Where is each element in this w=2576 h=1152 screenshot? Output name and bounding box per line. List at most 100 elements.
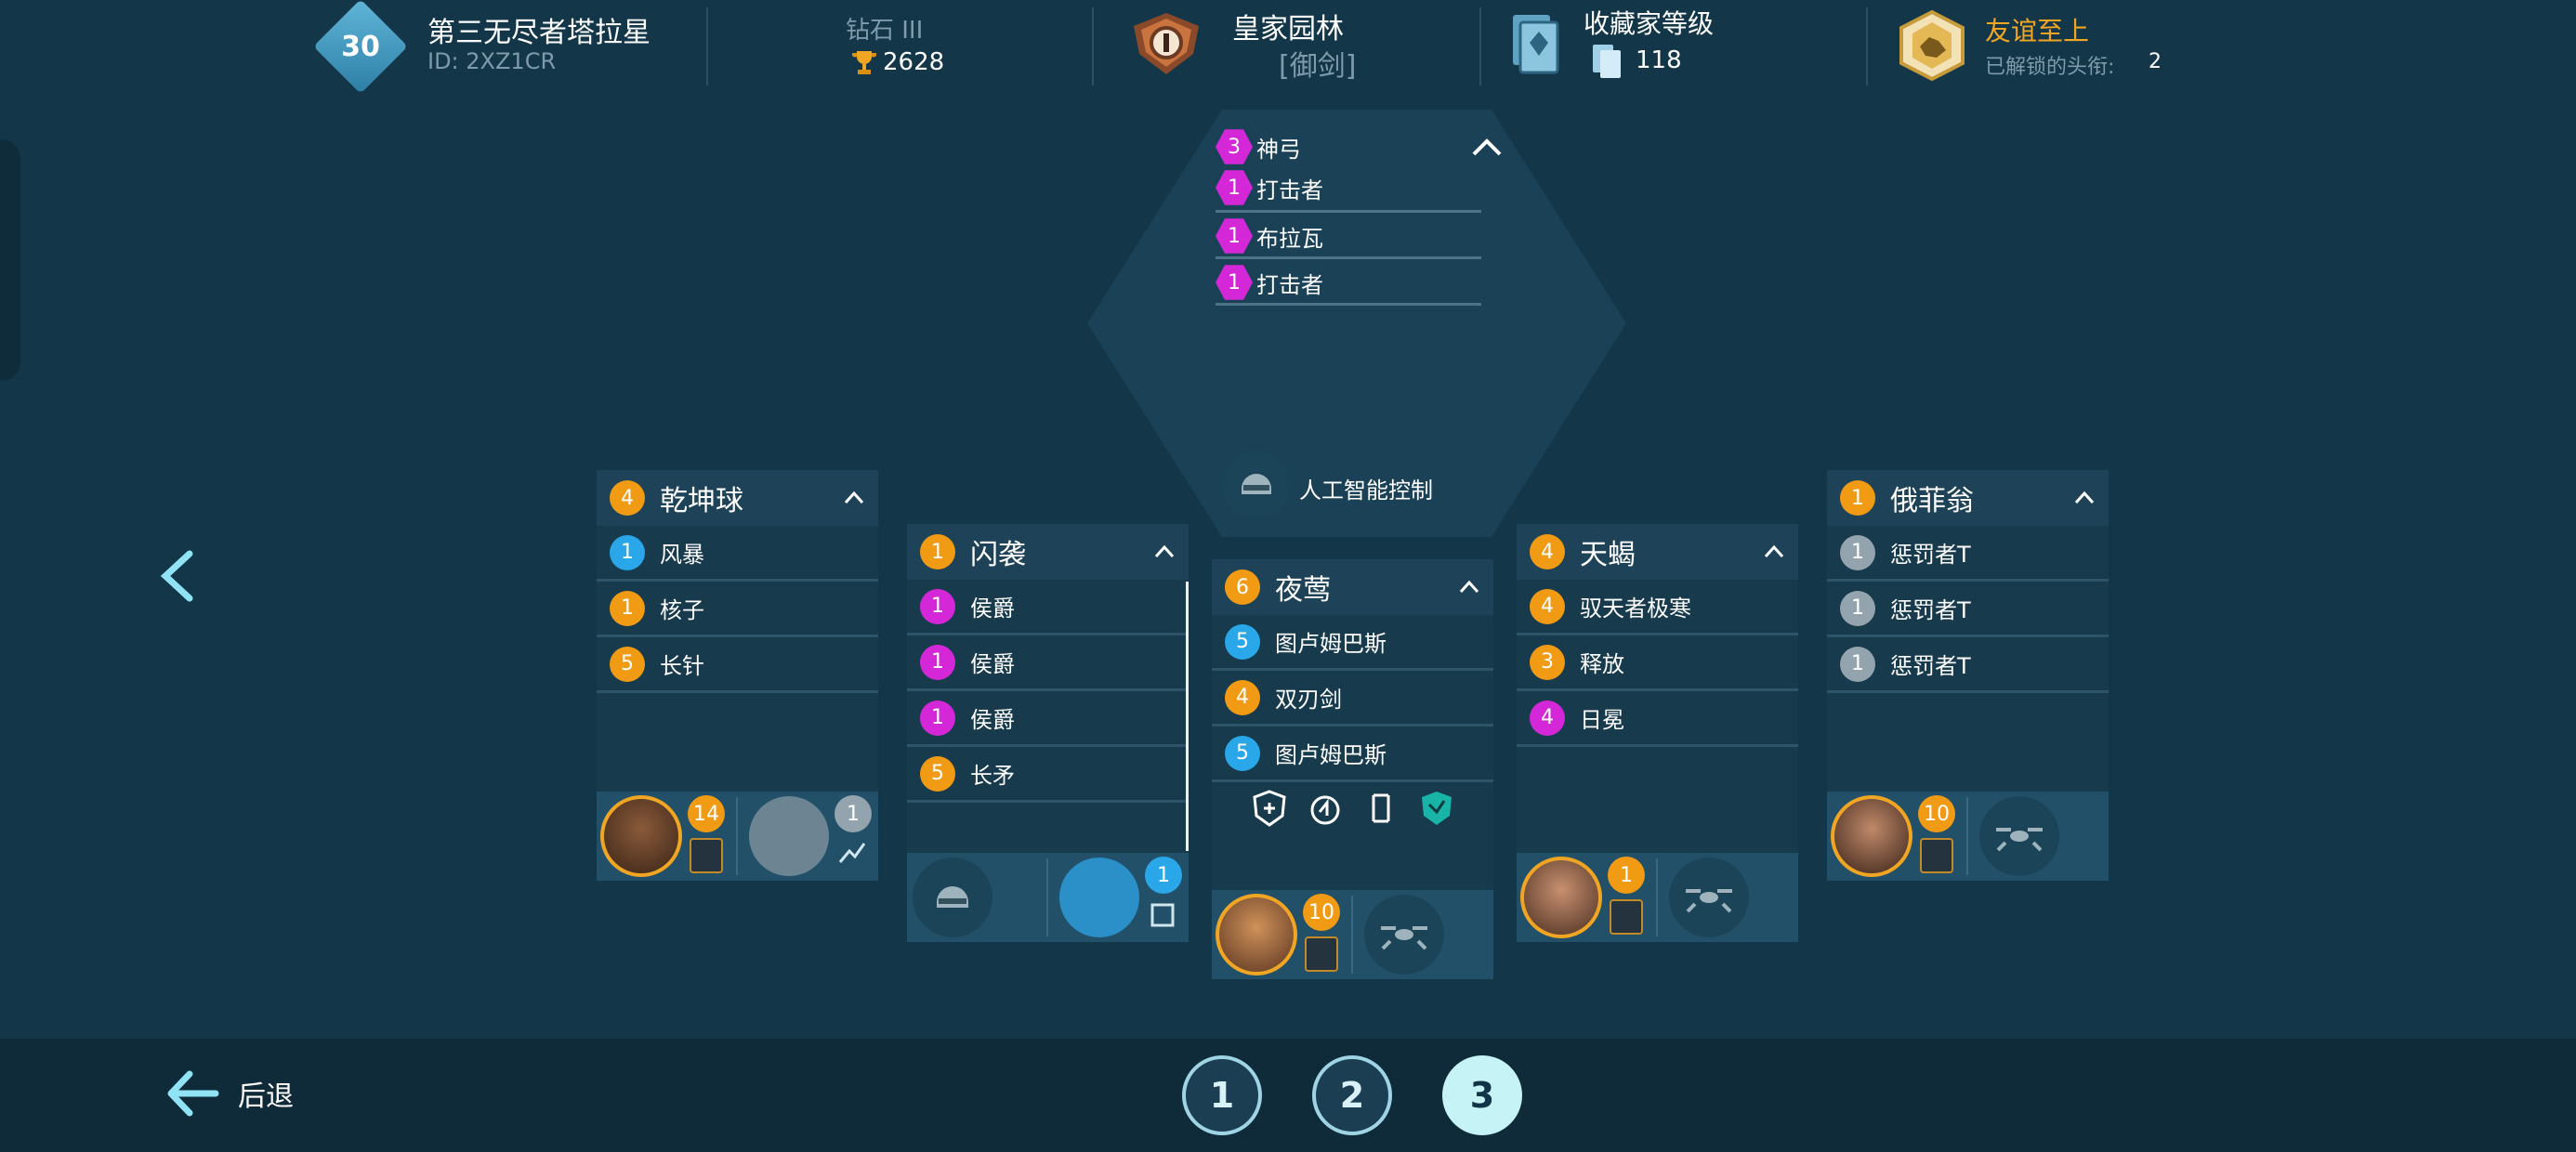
pilot-avatar[interactable] [600, 795, 682, 877]
footer-divider [1966, 797, 1968, 875]
ai-pilot-icon [1223, 452, 1290, 518]
page-2-button[interactable]: 2 [1312, 1055, 1392, 1135]
weapon-row: 1 侯爵 [907, 580, 1189, 635]
page-1-button[interactable]: 1 [1182, 1055, 1262, 1135]
card-footer: 10 [1827, 792, 2109, 881]
card-footer: 1 [1517, 853, 1798, 942]
weapon-row: 1 惩罚者T [1827, 582, 2109, 637]
weapon-name: 释放 [1580, 651, 1624, 677]
drone-level: 1 [1145, 857, 1182, 894]
card-header: 4 乾坤球 [597, 470, 878, 526]
footer-divider [1046, 858, 1048, 936]
hex-weapon-row: 1 打击者 [1216, 165, 1485, 210]
weapon-level: 5 [920, 755, 955, 792]
collapse-chevron-icon[interactable] [1458, 576, 1480, 598]
card-footer: 10 [1212, 890, 1493, 979]
drone-icon[interactable] [749, 796, 829, 876]
robot-level: 4 [610, 480, 645, 516]
robot-card[interactable]: 6 夜莺 5 图卢姆巴斯 4 双刃剑 5 图卢姆巴斯 10 [1212, 559, 1493, 979]
header-divider [1092, 7, 1094, 85]
hex-weapon-row: 3 神弓 [1216, 124, 1485, 169]
weapon-name: 核子 [660, 597, 704, 623]
player-level: 30 [341, 30, 380, 63]
level-badge: 1 [1216, 218, 1253, 254]
league-name: 钻石 III [846, 17, 924, 45]
ai-pilot-icon[interactable] [913, 857, 992, 937]
robot-level: 6 [1225, 569, 1260, 605]
empty-drone-slot-icon[interactable] [1979, 796, 2059, 876]
armor-module-icon[interactable] [1362, 788, 1400, 829]
weapon-row: 4 日冕 [1517, 691, 1798, 747]
card-header: 1 俄菲翁 [1827, 470, 2109, 526]
weapon-level: 1 [1840, 590, 1875, 626]
card-body [597, 693, 878, 792]
page-3-button[interactable]: 3 [1442, 1055, 1522, 1135]
back-button[interactable]: 后退 [164, 1065, 312, 1122]
rank-chevron-icon [1610, 899, 1643, 935]
weapon-name: 日冕 [1580, 707, 1624, 733]
back-label: 后退 [238, 1080, 294, 1113]
profile-header: 30 第三无尽者塔拉星 ID: 2XZ1CR 钻石 III 2628 皇家园林 … [0, 0, 2576, 94]
clan-emblem-icon[interactable] [1128, 7, 1204, 84]
drone-icon[interactable] [1059, 857, 1139, 937]
speed-boost-module-icon[interactable] [1307, 788, 1344, 829]
card-footer: 14 1 [597, 792, 878, 881]
weapon-name: 图卢姆巴斯 [1275, 742, 1387, 768]
weapon-level: 3 [1530, 644, 1565, 680]
title-badge-icon[interactable] [1896, 9, 1968, 82]
clan-name: 皇家园林 [1232, 13, 1344, 46]
robot-name: 神弓 [1256, 136, 1301, 163]
collapse-chevron-icon[interactable] [2073, 487, 2096, 509]
module-row [1212, 782, 1493, 890]
rank-chevron-icon [1920, 838, 1953, 873]
card-footer: 1 [907, 853, 1189, 942]
card-header: 4 天蝎 [1517, 524, 1798, 580]
row-divider [1216, 210, 1481, 213]
weapon-name: 长矛 [970, 763, 1015, 789]
weapon-level: 1 [920, 700, 955, 736]
weapon-name: 双刃剑 [1275, 687, 1342, 713]
weapon-name: 惩罚者T [1890, 542, 1971, 568]
weapon-level: 4 [1225, 679, 1260, 715]
pilot-avatar[interactable] [1216, 894, 1297, 975]
titles-unlocked-count: 2 [2149, 50, 2162, 73]
collapse-chevron-icon[interactable] [1153, 541, 1176, 563]
clan-tag: [御剑] [1279, 50, 1357, 83]
collapse-chevron-icon[interactable] [843, 487, 865, 509]
header-divider [706, 7, 708, 85]
hex-weapon-row: 1 布拉瓦 [1216, 214, 1485, 258]
pilot-level: 1 [1608, 857, 1645, 894]
pilot-avatar[interactable] [1831, 795, 1912, 877]
robot-card[interactable]: 1 俄菲翁 1 惩罚者T 1 惩罚者T 1 惩罚者T 10 [1827, 470, 2109, 881]
scrollbar[interactable] [1186, 582, 1189, 851]
trophy-icon [852, 51, 876, 74]
footer-divider [1351, 896, 1353, 974]
header-divider [1479, 7, 1481, 85]
pilot-avatar[interactable] [1520, 857, 1602, 938]
weapon-level: 5 [1225, 735, 1260, 771]
collector-value: 118 [1636, 46, 1682, 74]
weapon-name: 侯爵 [970, 707, 1015, 733]
weapon-row: 4 双刃剑 [1212, 671, 1493, 727]
previous-arrow-icon[interactable] [154, 548, 201, 604]
collector-cards-icon [1513, 15, 1559, 74]
robot-card[interactable]: 4 乾坤球 1 风暴 1 核子 5 长针 14 1 [597, 470, 878, 881]
robot-card[interactable]: 4 天蝎 4 驭天者极寒 3 释放 4 日冕 1 [1517, 524, 1798, 942]
shield-plus-module-icon[interactable] [1251, 788, 1288, 829]
weapon-name: 惩罚者T [1890, 653, 1971, 679]
robot-card[interactable]: 1 闪袭 1 侯爵 1 侯爵 1 侯爵 5 长矛 1 [907, 524, 1189, 942]
cyan-shield-module-icon[interactable] [1418, 788, 1455, 829]
level-badge: 1 [1216, 265, 1253, 300]
card-body [907, 803, 1189, 853]
empty-drone-slot-icon[interactable] [1669, 857, 1749, 937]
weapon-row: 1 惩罚者T [1827, 637, 2109, 693]
robot-level: 4 [1530, 534, 1565, 569]
weapon-row: 1 惩罚者T [1827, 526, 2109, 582]
collapse-chevron-icon[interactable] [1763, 541, 1785, 563]
side-drawer-handle[interactable] [0, 139, 20, 381]
drone-level: 1 [835, 795, 872, 832]
weapon-row: 5 图卢姆巴斯 [1212, 615, 1493, 671]
empty-drone-slot-icon[interactable] [1364, 895, 1444, 975]
trophy-count: 2628 [883, 48, 945, 76]
card-count-icon [1593, 45, 1621, 78]
